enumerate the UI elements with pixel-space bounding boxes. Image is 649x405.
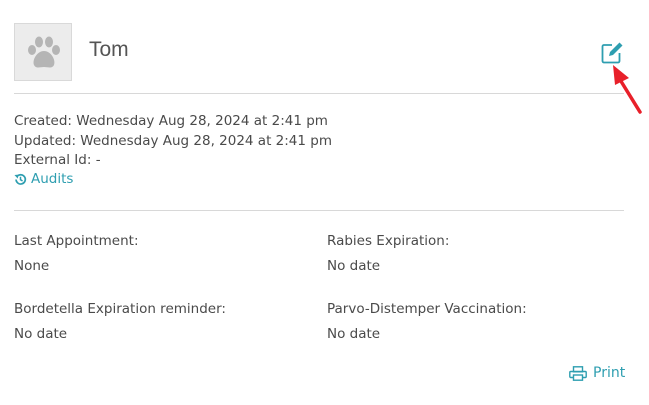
last-appointment-label: Last Appointment:	[14, 233, 139, 249]
audits-link[interactable]: Audits	[14, 171, 73, 187]
last-appointment-value: None	[14, 258, 50, 274]
bordetella-reminder-value: No date	[14, 326, 68, 342]
pet-name: Tom	[89, 38, 129, 61]
print-label: Print	[593, 365, 626, 381]
bordetella-reminder-label: Bordetella Expiration reminder:	[14, 301, 226, 317]
header-divider	[14, 93, 624, 94]
printer-icon	[569, 365, 587, 381]
rabies-expiration-value: No date	[327, 258, 381, 274]
external-id: External Id: -	[14, 152, 101, 168]
meta-divider	[14, 210, 624, 211]
history-icon	[14, 173, 27, 185]
paw-print-icon	[28, 36, 60, 68]
parvo-distemper-label: Parvo-Distemper Vaccination:	[327, 301, 527, 317]
created-timestamp: Created: Wednesday Aug 28, 2024 at 2:41 …	[14, 113, 328, 129]
pet-avatar	[14, 23, 72, 81]
annotation-arrow-icon	[613, 65, 642, 114]
parvo-distemper-value: No date	[327, 326, 381, 342]
audits-label: Audits	[31, 171, 74, 187]
print-link[interactable]: Print	[569, 365, 625, 381]
rabies-expiration-label: Rabies Expiration:	[327, 233, 450, 249]
updated-timestamp: Updated: Wednesday Aug 28, 2024 at 2:41 …	[14, 133, 332, 149]
